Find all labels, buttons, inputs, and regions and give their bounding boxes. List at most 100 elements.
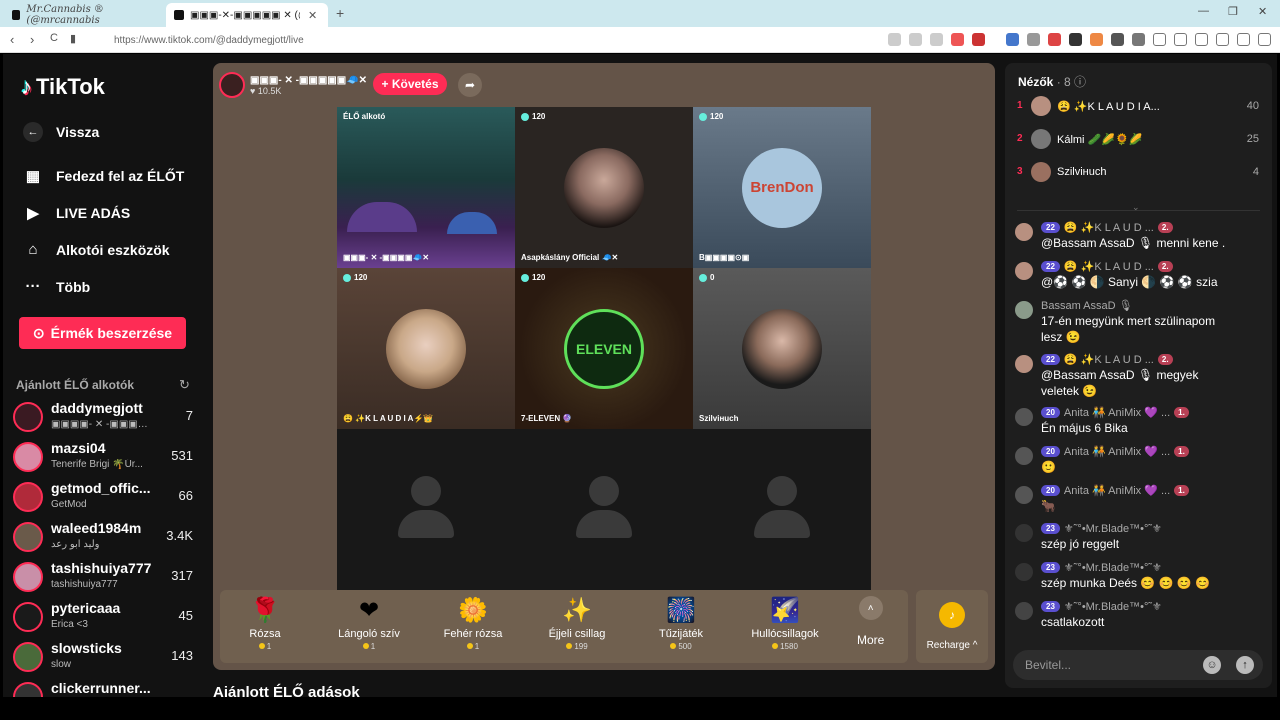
guest-cell[interactable]: BrenDon 120 B▣▣▣▣⊙▣ bbox=[693, 107, 871, 268]
guest-cell[interactable]: 120 Asapkáslány Official 🧢✕ bbox=[515, 107, 693, 268]
viewer-row[interactable]: 1 😩 ✨K L A U D I A... 40 bbox=[1017, 96, 1259, 118]
ext-icon[interactable] bbox=[1132, 33, 1145, 46]
guest-cell[interactable]: 120 😩 ✨K L A U D I A⚡👑 bbox=[337, 268, 515, 429]
tiktok-logo[interactable]: ♪ TikTok bbox=[21, 74, 105, 100]
sidebar-item-label: Alkotói eszközök bbox=[56, 241, 170, 258]
chat-username: ⚜˜°•Mr.Blade™•°˜⚜ bbox=[1063, 523, 1162, 535]
bookmark-icon[interactable]: ▮ bbox=[70, 32, 76, 45]
ext-icon[interactable] bbox=[1027, 33, 1040, 46]
browser-tab-2[interactable]: ▣▣▣-✕-▣▣▣▣▣ ✕ (@da ✕ bbox=[166, 3, 328, 27]
browser-tab-bar: Mr.Cannabis ® (@mrcannabis ▣▣▣-✕-▣▣▣▣▣ ✕… bbox=[0, 0, 1280, 27]
chat-meta: 22 😩 ✨K L A U D ... 2. bbox=[1041, 353, 1177, 366]
gift-item[interactable]: 🎆 Tűzijáték 500 bbox=[636, 596, 726, 651]
triangle-icon[interactable] bbox=[972, 33, 985, 46]
creator-item[interactable]: slowsticks slow 143 bbox=[13, 640, 193, 676]
creator-item[interactable]: mazsi04 Tenerife Brigi 🌴Úr... 531 bbox=[13, 440, 193, 476]
creator-subtitle: Erica <3 bbox=[51, 619, 88, 630]
emoji-icon[interactable]: ☺ bbox=[1203, 656, 1221, 674]
creator-item[interactable]: tashishuiya777 tashishuiya777 317 bbox=[13, 560, 193, 596]
gift-item[interactable]: 🌹 Rózsa 1 bbox=[220, 596, 310, 651]
favorites-icon[interactable] bbox=[1216, 33, 1229, 46]
minimize-button[interactable]: — bbox=[1198, 5, 1209, 17]
gift-item[interactable]: 🌠 Hullócsillagok 1580 bbox=[740, 596, 830, 651]
creator-viewer-count: 317 bbox=[171, 568, 193, 583]
sidebar-icon[interactable] bbox=[1174, 33, 1187, 46]
new-tab-button[interactable]: + bbox=[336, 5, 344, 21]
creator-avatar bbox=[13, 642, 43, 672]
creator-viewer-count: 3.4K bbox=[166, 528, 193, 543]
empty-seat[interactable] bbox=[693, 429, 871, 590]
creator-item[interactable]: clickerrunner... bbox=[13, 680, 193, 697]
seven-eleven-logo: ELEVEN bbox=[564, 308, 644, 389]
coin-icon bbox=[772, 643, 779, 649]
ext-icon[interactable] bbox=[1048, 33, 1061, 46]
chevron-up-icon: ˄ bbox=[858, 596, 883, 620]
recharge-button[interactable]: ♪ Recharge ^ bbox=[916, 590, 988, 663]
creator-avatar bbox=[13, 402, 43, 432]
back-nav-button[interactable]: ‹ bbox=[10, 32, 14, 47]
level-badge: 20 bbox=[1041, 407, 1060, 418]
guest-cell[interactable]: ÉLŐ alkotó ▣▣▣- ✕ -▣▣▣▣🧢✕ bbox=[337, 107, 515, 268]
creator-item[interactable]: getmod_offic... GetMod 66 bbox=[13, 480, 193, 516]
share-icon[interactable]: ➦ bbox=[458, 73, 482, 97]
get-coins-button[interactable]: ⊙ Érmék beszerzése bbox=[19, 317, 186, 349]
chevron-down-icon[interactable]: ⌄ bbox=[1132, 202, 1140, 213]
shield-icon[interactable] bbox=[951, 33, 964, 46]
ext-icon[interactable] bbox=[1111, 33, 1124, 46]
guest-cell[interactable]: 0 Szilviнuch bbox=[693, 268, 871, 429]
guest-cell[interactable]: ELEVEN 120 7-ELEVEN 🔮 bbox=[515, 268, 693, 429]
close-tab-icon[interactable]: ✕ bbox=[308, 9, 317, 22]
rank-badge: 2. bbox=[1157, 222, 1173, 233]
browser-tab-1[interactable]: Mr.Cannabis ® (@mrcannabis bbox=[4, 3, 164, 27]
gift-item[interactable]: 🌼 Fehér rózsa 1 bbox=[428, 596, 518, 651]
zoom-icon[interactable] bbox=[909, 33, 922, 46]
cell-label: Szilviнuch bbox=[699, 414, 739, 423]
sidebar: ♪ TikTok ← Vissza ▦ Fedezd fel az ÉLŐT ▶… bbox=[3, 54, 203, 697]
info-icon[interactable]: ⓘ bbox=[1074, 75, 1086, 89]
chat-input[interactable] bbox=[1025, 656, 1205, 674]
empty-seat[interactable] bbox=[337, 429, 515, 590]
translate-icon[interactable] bbox=[1006, 33, 1019, 46]
coin-icon bbox=[566, 643, 573, 649]
viewer-name: Szilviнuch bbox=[1057, 166, 1107, 178]
viewer-row[interactable]: 2 Kálmi 🥒🌽🌻🌽 25 bbox=[1017, 129, 1259, 151]
collections-icon[interactable] bbox=[1195, 33, 1208, 46]
creator-item[interactable]: waleed1984m وليد ابو رعد 3.4K bbox=[13, 520, 193, 556]
creator-name: slowsticks bbox=[51, 640, 122, 656]
host-avatar[interactable] bbox=[219, 72, 245, 98]
creator-name: pytericaaa bbox=[51, 600, 121, 616]
recharge-label: Recharge ^ bbox=[926, 640, 978, 651]
creator-item[interactable]: pytericaaa Erica <3 45 bbox=[13, 600, 193, 636]
music-icon[interactable] bbox=[1153, 33, 1166, 46]
security-icon[interactable] bbox=[1237, 33, 1250, 46]
viewer-row[interactable]: 3 Szilviнuch 4 bbox=[1017, 162, 1259, 184]
chat-username: Anita 🧑‍🤝‍🧑 AniMix 💜 ... bbox=[1063, 485, 1171, 497]
gift-item[interactable]: ✨ Éjjeli csillag 199 bbox=[532, 596, 622, 651]
gift-item[interactable]: ❤ Lángoló szív 1 bbox=[324, 596, 414, 651]
empty-seat[interactable] bbox=[515, 429, 693, 590]
restore-button[interactable]: ❐ bbox=[1228, 5, 1238, 18]
close-window-button[interactable]: ✕ bbox=[1258, 5, 1267, 18]
ext-icon[interactable] bbox=[1069, 33, 1082, 46]
follow-button[interactable]: + Követés bbox=[373, 73, 447, 95]
tiktok-app: ♪ TikTok ← Vissza ▦ Fedezd fel az ÉLŐT ▶… bbox=[3, 54, 1277, 697]
sidebar-item-creator-tools[interactable]: ⌂ Alkotói eszközök bbox=[23, 241, 170, 258]
send-icon[interactable]: ↑ bbox=[1236, 656, 1254, 674]
creator-item[interactable]: daddymegjott ▣▣▣▣- ✕ -▣▣▣▣▣ 7 bbox=[13, 400, 193, 436]
gift-price: 500 bbox=[636, 642, 726, 651]
sidebar-item-live[interactable]: ▶ LIVE ADÁS bbox=[23, 204, 130, 222]
menu-icon[interactable] bbox=[1258, 33, 1271, 46]
host-info[interactable]: ▣▣▣- ✕ -▣▣▣▣▣🧢✕ ♥ 10.5K bbox=[219, 70, 367, 100]
share-icon[interactable] bbox=[930, 33, 943, 46]
chat-meta: 23 ⚜˜°•Mr.Blade™•°˜⚜ bbox=[1041, 522, 1162, 535]
more-gifts-button[interactable]: ˄ More bbox=[857, 596, 884, 647]
reload-button[interactable]: C bbox=[50, 32, 58, 44]
level-badge: 23 bbox=[1041, 562, 1060, 573]
forward-nav-button[interactable]: › bbox=[30, 32, 34, 47]
reader-icon[interactable] bbox=[888, 33, 901, 46]
ext-icon[interactable] bbox=[1090, 33, 1103, 46]
refresh-icon[interactable]: ↻ bbox=[179, 377, 190, 393]
back-link[interactable]: ← Vissza bbox=[23, 122, 99, 142]
sidebar-item-more[interactable]: ··· Több bbox=[23, 278, 91, 295]
sidebar-item-explore-live[interactable]: ▦ Fedezd fel az ÉLŐT bbox=[23, 167, 184, 185]
